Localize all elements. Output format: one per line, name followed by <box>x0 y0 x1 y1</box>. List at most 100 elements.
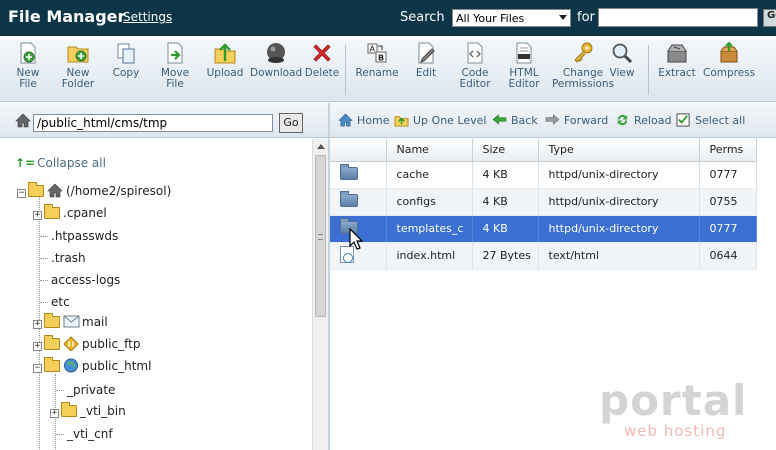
tree-item-vti-bin[interactable]: + _vti_bin <box>50 402 126 418</box>
column-perms[interactable]: Perms <box>699 139 757 162</box>
forward-button[interactable]: Forward <box>545 113 608 127</box>
back-button[interactable]: Back <box>492 113 538 127</box>
tree-item-label: .htpasswds <box>51 229 119 243</box>
code-editor-icon <box>467 42 483 64</box>
collapse-all-label: Collapse all <box>37 156 106 170</box>
folder-icon <box>340 163 358 180</box>
tree-root-label: (/home2/spiresol) <box>66 184 172 198</box>
expand-toggle-icon[interactable]: + <box>33 320 42 329</box>
up-one-level-button[interactable]: Up One Level <box>394 113 486 127</box>
collapse-arrow-icon: ↑= <box>15 156 36 170</box>
select-all-label: Select all <box>695 114 746 127</box>
code-editor-label: Code Editor <box>459 67 491 90</box>
tree-item-private[interactable]: _private <box>67 383 115 397</box>
file-size: 4 KB <box>472 161 539 189</box>
view-button[interactable]: View <box>607 41 637 79</box>
download-label: Download <box>250 67 303 79</box>
tree-item-vti-cnf[interactable]: _vti_cnf <box>67 427 113 441</box>
tree-item-public-ftp[interactable]: + public_ftp <box>33 335 141 351</box>
search-scope-select[interactable]: All Your Files <box>452 9 571 27</box>
file-name[interactable]: index.html <box>386 242 473 270</box>
tree-item-label: _vti_cnf <box>67 427 113 441</box>
column-icon <box>330 139 387 162</box>
folder-icon <box>44 335 60 350</box>
scroll-up-arrow-icon[interactable] <box>317 144 325 149</box>
new-file-button[interactable]: New File <box>5 41 51 90</box>
collapse-toggle-icon[interactable]: − <box>17 189 26 198</box>
column-type[interactable]: Type <box>538 139 700 162</box>
table-row[interactable]: index.html 27 Bytes text/html 0644 <box>330 242 757 270</box>
table-row-selected[interactable]: templates_c 4 KB httpd/unix-directory 07… <box>330 215 757 243</box>
file-type: httpd/unix-directory <box>538 188 700 216</box>
tree-item-label: etc <box>51 295 70 309</box>
tree-item-mail[interactable]: + mail <box>33 313 108 329</box>
file-perms[interactable]: 0644 <box>699 242 757 270</box>
reload-button[interactable]: Reload <box>615 113 671 127</box>
tree-root[interactable]: − (/home2/spiresol) <box>17 182 172 198</box>
file-name[interactable]: templates_c <box>386 215 473 243</box>
expand-toggle-icon[interactable]: + <box>33 211 42 220</box>
tree-item-label: public_ftp <box>82 337 141 351</box>
tree-item-etc[interactable]: etc <box>51 295 70 309</box>
copy-button[interactable]: Copy <box>108 41 144 79</box>
change-permissions-label: Change Permissions <box>551 67 615 90</box>
scrollbar-thumb[interactable] <box>315 155 326 317</box>
column-size[interactable]: Size <box>472 139 539 162</box>
html-editor-icon <box>516 42 532 64</box>
tree-scrollbar[interactable] <box>312 139 328 450</box>
move-file-button[interactable]: Move File <box>155 41 195 90</box>
tree-guide-line <box>40 302 48 303</box>
forward-arrow-icon <box>545 114 560 125</box>
delete-button[interactable]: Delete <box>303 41 341 79</box>
toolbar: New File New Folder Copy Move File Uploa… <box>0 37 776 102</box>
mouse-pointer-icon <box>349 228 363 250</box>
select-all-button[interactable]: Select all <box>676 113 745 127</box>
tree-item-htpasswds[interactable]: .htpasswds <box>51 229 118 243</box>
path-go-button[interactable]: Go <box>279 113 303 133</box>
download-button[interactable]: Download <box>250 41 302 79</box>
html-editor-button[interactable]: HTML Editor <box>505 41 543 90</box>
compress-button[interactable]: Compress <box>703 41 755 79</box>
edit-label: Edit <box>415 67 437 79</box>
new-file-icon <box>20 42 36 64</box>
collapse-all-link[interactable]: ↑= Collapse all <box>15 156 106 170</box>
search-go-button[interactable]: Go <box>763 9 776 27</box>
table-row[interactable]: configs 4 KB httpd/unix-directory 0755 <box>330 188 757 216</box>
expand-toggle-icon[interactable]: + <box>50 409 59 418</box>
upload-button[interactable]: Upload <box>204 41 246 79</box>
tree-item-trash[interactable]: .trash <box>51 251 86 265</box>
settings-link[interactable]: Settings <box>123 10 172 24</box>
edit-button[interactable]: Edit <box>411 41 441 79</box>
collapse-toggle-icon[interactable]: − <box>33 364 42 373</box>
new-folder-button[interactable]: New Folder <box>57 41 99 90</box>
code-editor-button[interactable]: Code Editor <box>456 41 494 90</box>
tree-item-cpanel[interactable]: + .cpanel <box>33 204 107 220</box>
file-perms[interactable]: 0755 <box>699 188 757 216</box>
copy-label: Copy <box>112 67 140 79</box>
home-button[interactable]: Home <box>338 113 389 127</box>
delete-label: Delete <box>304 67 340 79</box>
extract-button[interactable]: Extract <box>657 41 697 79</box>
permissions-key-icon <box>574 42 593 63</box>
new-file-label: New File <box>16 67 40 90</box>
table-row[interactable]: cache 4 KB httpd/unix-directory 0777 <box>330 161 757 189</box>
file-name[interactable]: configs <box>386 188 473 216</box>
up-folder-icon <box>394 116 409 127</box>
file-perms[interactable]: 0777 <box>699 215 757 243</box>
search-scope-value: All Your Files <box>456 12 525 25</box>
search-input[interactable] <box>598 8 758 27</box>
rename-button[interactable]: A B Rename <box>355 41 399 79</box>
expand-toggle-icon[interactable]: + <box>33 342 42 351</box>
file-size: 27 Bytes <box>472 242 539 270</box>
path-input[interactable]: /public_html/cms/tmp <box>33 114 273 132</box>
header-bar: File Manager Settings Search All Your Fi… <box>0 0 776 36</box>
chevron-down-icon <box>559 15 567 20</box>
tree-item-label: .cpanel <box>63 206 107 220</box>
tree-item-public-html[interactable]: − public_html <box>33 357 151 373</box>
file-perms[interactable]: 0777 <box>699 161 757 189</box>
column-name[interactable]: Name <box>386 139 473 162</box>
tree-item-access-logs[interactable]: access-logs <box>51 273 120 287</box>
home-icon <box>338 113 353 127</box>
open-folder-icon <box>44 357 60 372</box>
file-name[interactable]: cache <box>386 161 473 189</box>
